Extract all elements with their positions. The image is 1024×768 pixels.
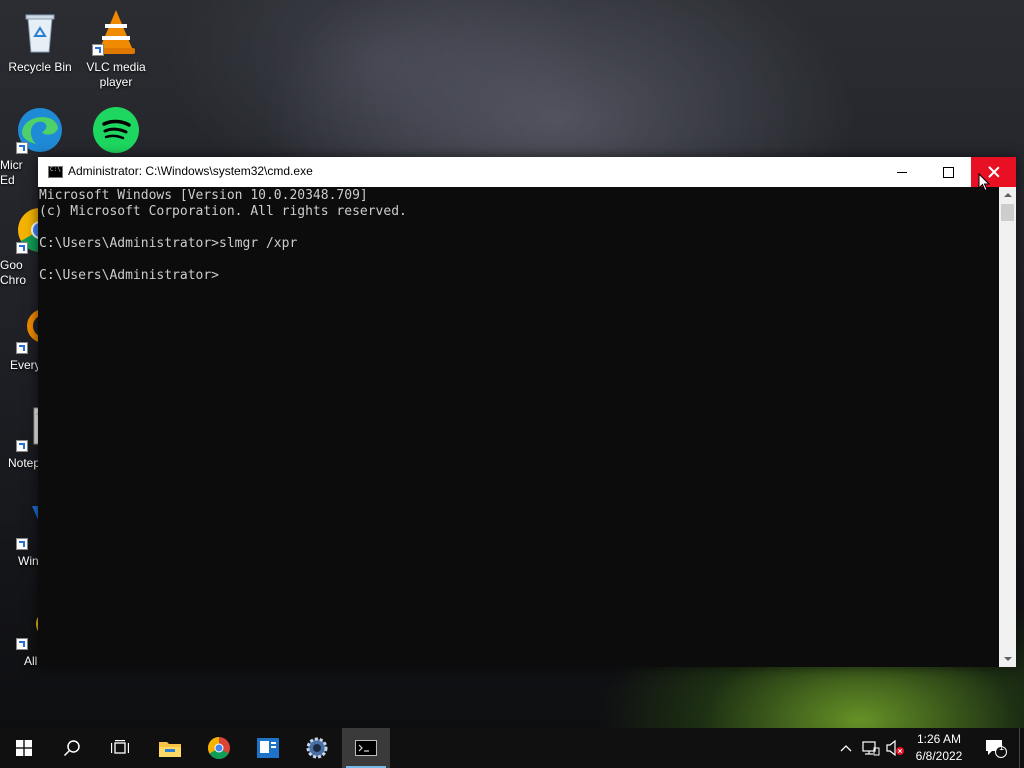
taskbar-cmd[interactable]: [342, 728, 390, 768]
shortcut-arrow-icon: [16, 242, 28, 254]
minimize-button[interactable]: [879, 157, 925, 187]
cmd-icon: [355, 740, 377, 756]
shortcut-arrow-icon: [16, 142, 28, 154]
shortcut-arrow-icon: [16, 342, 28, 354]
taskbar-file-explorer[interactable]: [146, 728, 194, 768]
maximize-button[interactable]: [925, 157, 971, 187]
task-view-icon: [111, 740, 129, 754]
settings-icon: [306, 737, 328, 759]
shortcut-arrow-icon: [16, 538, 28, 550]
file-explorer-icon: [159, 742, 181, 757]
spotify-icon: [92, 106, 140, 154]
desktop-icon-label: VLC media player: [86, 60, 146, 89]
clock-time: 1:26 AM: [916, 732, 962, 746]
title-bar[interactable]: Administrator: C:\Windows\system32\cmd.e…: [38, 157, 1016, 187]
tray-volume[interactable]: [884, 728, 906, 768]
tray-overflow-button[interactable]: [836, 728, 856, 768]
volume-muted-icon: [886, 740, 904, 756]
console-line: C:\Users\Administrator>slmgr /xpr: [39, 236, 298, 251]
tray-network[interactable]: [860, 728, 882, 768]
start-button[interactable]: [0, 728, 48, 768]
chevron-up-icon: [840, 745, 852, 752]
vertical-scrollbar[interactable]: [999, 187, 1016, 667]
console-line: Microsoft Windows [Version 10.0.20348.70…: [39, 188, 368, 203]
search-icon: [63, 740, 80, 757]
cmd-icon: [48, 166, 63, 178]
shortcut-arrow-icon: [16, 440, 28, 452]
cmd-window[interactable]: Administrator: C:\Windows\system32\cmd.e…: [38, 157, 1016, 667]
taskbar-app[interactable]: [244, 728, 292, 768]
console-output[interactable]: Microsoft Windows [Version 10.0.20348.70…: [38, 187, 999, 667]
desktop-icon-label: Recycle Bin: [8, 60, 72, 74]
desktop-icon-label: Goo Chro: [0, 258, 27, 287]
desktop-icon-vlc[interactable]: VLC media player: [76, 8, 156, 90]
taskbar-chrome[interactable]: [195, 728, 243, 768]
desktop-icon-spotify[interactable]: [76, 106, 156, 158]
show-desktop-button[interactable]: [1019, 728, 1024, 768]
console-prompt[interactable]: C:\Users\Administrator>: [39, 268, 999, 284]
taskbar-clock[interactable]: 1:26 AM 6/8/2022: [906, 731, 972, 765]
desktop-icon-recycle-bin[interactable]: Recycle Bin: [0, 8, 80, 75]
desktop-icon-label: Micr Ed: [0, 158, 23, 187]
maximize-icon: [942, 166, 954, 178]
window-title: Administrator: C:\Windows\system32\cmd.e…: [68, 164, 313, 178]
scrollbar-thumb[interactable]: [1001, 204, 1014, 221]
task-view-button[interactable]: [96, 728, 144, 768]
console-line: (c) Microsoft Corporation. All rights re…: [39, 204, 407, 219]
chrome-icon: [208, 737, 230, 759]
taskbar: 1:26 AM 6/8/2022 1: [0, 728, 1024, 768]
scroll-up-arrow-icon[interactable]: [999, 187, 1016, 204]
start-icon: [16, 740, 32, 756]
vlc-icon: [92, 8, 140, 56]
notification-count-badge: 1: [999, 742, 1005, 752]
search-button[interactable]: [48, 728, 96, 768]
clock-date: 6/8/2022: [915, 749, 963, 763]
app-icon: [257, 738, 279, 758]
action-center-button[interactable]: 1: [978, 728, 1014, 768]
edge-icon: [16, 106, 64, 154]
minimize-icon: [897, 171, 907, 173]
recycle-bin-icon: [16, 8, 64, 56]
shortcut-arrow-icon: [92, 44, 104, 56]
scroll-down-arrow-icon[interactable]: [999, 650, 1016, 667]
taskbar-settings[interactable]: [293, 728, 341, 768]
network-icon: [862, 741, 880, 756]
shortcut-arrow-icon: [16, 638, 28, 650]
